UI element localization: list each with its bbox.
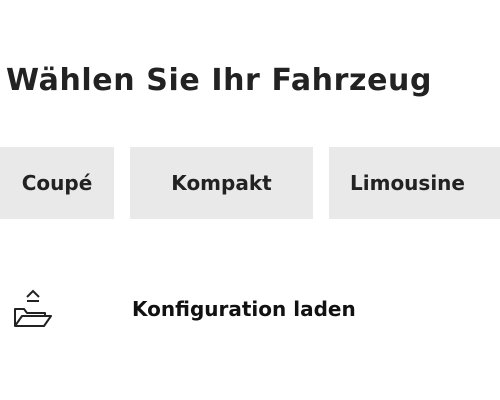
page-title: Wählen Sie Ihr Fahrzeug — [6, 63, 433, 98]
tab-kompakt[interactable]: Kompakt — [130, 147, 313, 219]
tab-label-coupe: Coupé — [21, 171, 93, 195]
folder-open-icon — [10, 285, 56, 331]
load-configuration-action[interactable]: Konfiguration laden — [0, 280, 500, 340]
tab-label-limousine: Limousine — [350, 171, 465, 195]
tab-limousine[interactable]: Limousine — [329, 147, 500, 219]
tab-label-kompakt: Kompakt — [171, 171, 272, 195]
load-configuration-label: Konfiguration laden — [132, 297, 356, 321]
tab-coupe[interactable]: Coupé — [0, 147, 114, 219]
vehicle-selector-page: Wählen Sie Ihr Fahrzeug Coupé Kompakt Li… — [0, 0, 500, 400]
